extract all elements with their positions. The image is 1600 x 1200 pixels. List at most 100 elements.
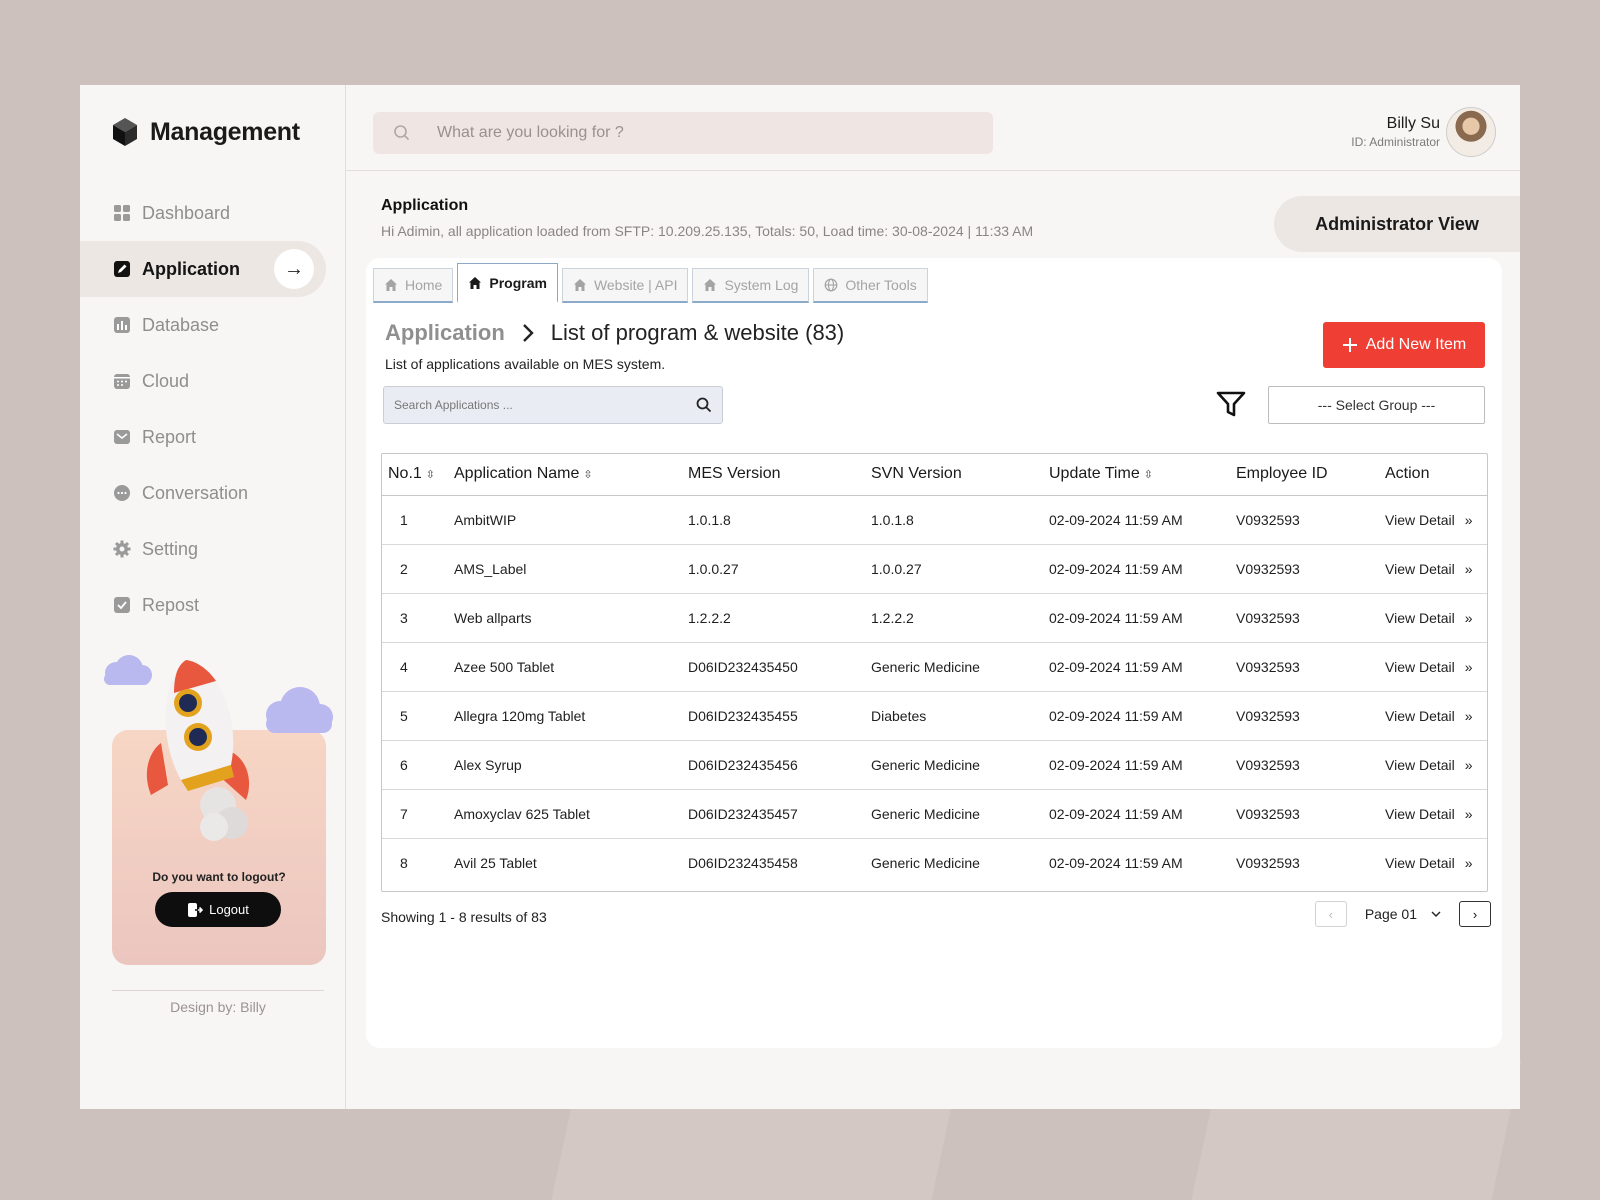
cell-no: 1 xyxy=(382,495,450,545)
view-detail-link[interactable]: View Detail » xyxy=(1385,561,1487,577)
column-header-label: No.1 xyxy=(388,465,422,483)
tab-label: Program xyxy=(489,274,547,291)
cell-no: 5 xyxy=(382,691,450,741)
cell-employee-id: V0932593 xyxy=(1230,593,1381,643)
logout-label: Logout xyxy=(209,902,249,917)
sidebar-item-label: Report xyxy=(142,426,197,447)
sidebar-item-report[interactable]: Report xyxy=(80,409,346,465)
sidebar-item-database[interactable]: Database xyxy=(80,297,346,353)
cell-application-name: Alex Syrup xyxy=(450,740,684,790)
table-row: 2 AMS_Label 1.0.0.27 1.0.0.27 02-09-2024… xyxy=(382,544,1487,594)
sidebar-item-application[interactable]: Application → xyxy=(80,241,326,297)
cell-svn-version: 1.0.0.27 xyxy=(867,544,1045,594)
tab-home[interactable]: Home xyxy=(373,268,454,303)
page-select[interactable]: Page 01 xyxy=(1357,906,1449,922)
sidebar-item-repost[interactable]: Repost xyxy=(80,577,346,633)
view-detail-link[interactable]: View Detail » xyxy=(1385,659,1487,675)
column-header-application-name[interactable]: Application Name ⇳ xyxy=(450,454,684,496)
sidebar-item-dashboard[interactable]: Dashboard xyxy=(80,185,346,241)
cell-action: View Detail » xyxy=(1381,789,1487,839)
sidebar-nav: Dashboard Application → Database Cloud R… xyxy=(80,185,346,633)
design-credit: Design by: Billy xyxy=(112,990,324,1015)
search-icon[interactable] xyxy=(696,397,712,413)
sort-icon[interactable]: ⇳ xyxy=(426,469,435,481)
view-detail-link[interactable]: View Detail » xyxy=(1385,512,1487,528)
cell-employee-id: V0932593 xyxy=(1230,740,1381,790)
cell-employee-id: V0932593 xyxy=(1230,691,1381,741)
cell-svn-version: Generic Medicine xyxy=(871,854,980,871)
filter-icon[interactable] xyxy=(1216,390,1246,418)
previous-page-button[interactable]: ‹ xyxy=(1314,901,1347,927)
cell-svn-version: 1.2.2.2 xyxy=(867,593,1045,643)
cell-mes-version: 1.0.1.8 xyxy=(684,495,867,545)
cell-employee-id: V0932593 xyxy=(1230,642,1381,692)
table-row: 8 Avil 25 Tablet D06ID232435458 Generic … xyxy=(382,838,1487,887)
select-group-dropdown[interactable]: --- Select Group --- xyxy=(1268,386,1485,424)
pagination: ‹ Page 01 › xyxy=(1314,901,1491,927)
cell-mes-version: D06ID232435458 xyxy=(688,854,798,871)
cell-update-time: 02-09-2024 11:59 AM xyxy=(1045,691,1230,741)
view-detail-link[interactable]: View Detail » xyxy=(1385,610,1487,626)
cell-mes-version: D06ID232435457 xyxy=(684,789,867,839)
administrator-view-button[interactable]: Administrator View xyxy=(1274,196,1520,252)
view-detail-link[interactable]: View Detail » xyxy=(1385,708,1487,724)
content-panel: Home Program Website | API System Log Ot… xyxy=(366,258,1502,1048)
breadcrumb-root[interactable]: Application xyxy=(385,320,505,346)
tab-program[interactable]: Program xyxy=(457,263,558,303)
view-detail-link[interactable]: View Detail » xyxy=(1385,855,1487,871)
tab-other-tools[interactable]: Other Tools xyxy=(813,268,928,303)
logout-question: Do you want to logout? xyxy=(152,870,286,884)
sidebar-item-label: Cloud xyxy=(142,370,190,391)
search-input[interactable] xyxy=(437,124,937,142)
column-header-employee-id: Employee ID xyxy=(1230,454,1381,496)
user-profile[interactable]: Billy Su ID: Administrator xyxy=(1351,107,1496,157)
app-name: Management xyxy=(150,117,300,146)
tab-label: Website | API xyxy=(593,277,678,293)
cell-action: View Detail » xyxy=(1381,740,1487,790)
sidebar-item-label: Application xyxy=(142,258,240,279)
column-header-mes-version: MES Version xyxy=(684,454,867,496)
view-detail-link[interactable]: View Detail » xyxy=(1385,757,1487,773)
cell-no: 7 xyxy=(382,789,450,839)
view-detail-label: View Detail xyxy=(1385,511,1455,528)
breadcrumb-current: List of program & website (83) xyxy=(550,320,845,345)
cell-application-name: Web allparts xyxy=(450,593,684,643)
double-chevron-right-icon: » xyxy=(1464,756,1473,773)
table-row: 5 Allegra 120mg Tablet D06ID232435455 Di… xyxy=(382,691,1487,741)
check-icon xyxy=(114,597,130,613)
tab-website-api[interactable]: Website | API xyxy=(561,268,689,303)
add-new-item-button[interactable]: Add New Item xyxy=(1323,322,1485,368)
sort-icon[interactable]: ⇳ xyxy=(1144,469,1153,481)
cell-employee-id: V0932593 xyxy=(1230,789,1381,839)
table-row: 6 Alex Syrup D06ID232435456 Generic Medi… xyxy=(382,740,1487,790)
search-icon xyxy=(394,125,410,141)
view-detail-link[interactable]: View Detail » xyxy=(1385,806,1487,822)
cell-update-time: 02-09-2024 11:59 AM xyxy=(1045,593,1230,643)
avatar[interactable] xyxy=(1446,107,1496,157)
cell-employee-id: V0932593 xyxy=(1230,544,1381,594)
view-detail-label: View Detail xyxy=(1385,658,1455,675)
cell-mes-version: D06ID232435456 xyxy=(684,740,867,790)
sort-icon[interactable]: ⇳ xyxy=(583,469,592,481)
tab-system-log[interactable]: System Log xyxy=(692,268,810,303)
sidebar-item-cloud[interactable]: Cloud xyxy=(80,353,346,409)
column-header-no[interactable]: No.1 ⇳ xyxy=(382,454,450,496)
cell-action: View Detail » xyxy=(1381,544,1487,594)
arrow-right-icon[interactable]: → xyxy=(274,249,314,289)
global-search xyxy=(373,112,993,154)
cell-update-time: 02-09-2024 11:59 AM xyxy=(1045,789,1230,839)
cell-svn-version: Generic Medicine xyxy=(867,740,1045,790)
sidebar-item-setting[interactable]: Setting xyxy=(80,521,346,577)
cell-svn-version: Generic Medicine xyxy=(867,789,1045,839)
logout-button[interactable]: Logout xyxy=(155,892,281,927)
application-search-input[interactable] xyxy=(394,398,684,412)
column-header-update-time[interactable]: Update Time ⇳ xyxy=(1045,454,1230,496)
column-header-svn-version: SVN Version xyxy=(867,454,1045,496)
cell-update-time: 02-09-2024 11:59 AM xyxy=(1045,495,1230,545)
next-page-button[interactable]: › xyxy=(1459,901,1491,927)
sidebar-item-conversation[interactable]: Conversation xyxy=(80,465,346,521)
home-icon xyxy=(573,279,586,291)
applications-table: No.1 ⇳ Application Name ⇳ MES Version SVN … xyxy=(381,453,1488,892)
table-row: 7 Amoxyclav 625 Tablet D06ID232435457 Ge… xyxy=(382,789,1487,839)
rocket-illustration xyxy=(104,655,333,841)
